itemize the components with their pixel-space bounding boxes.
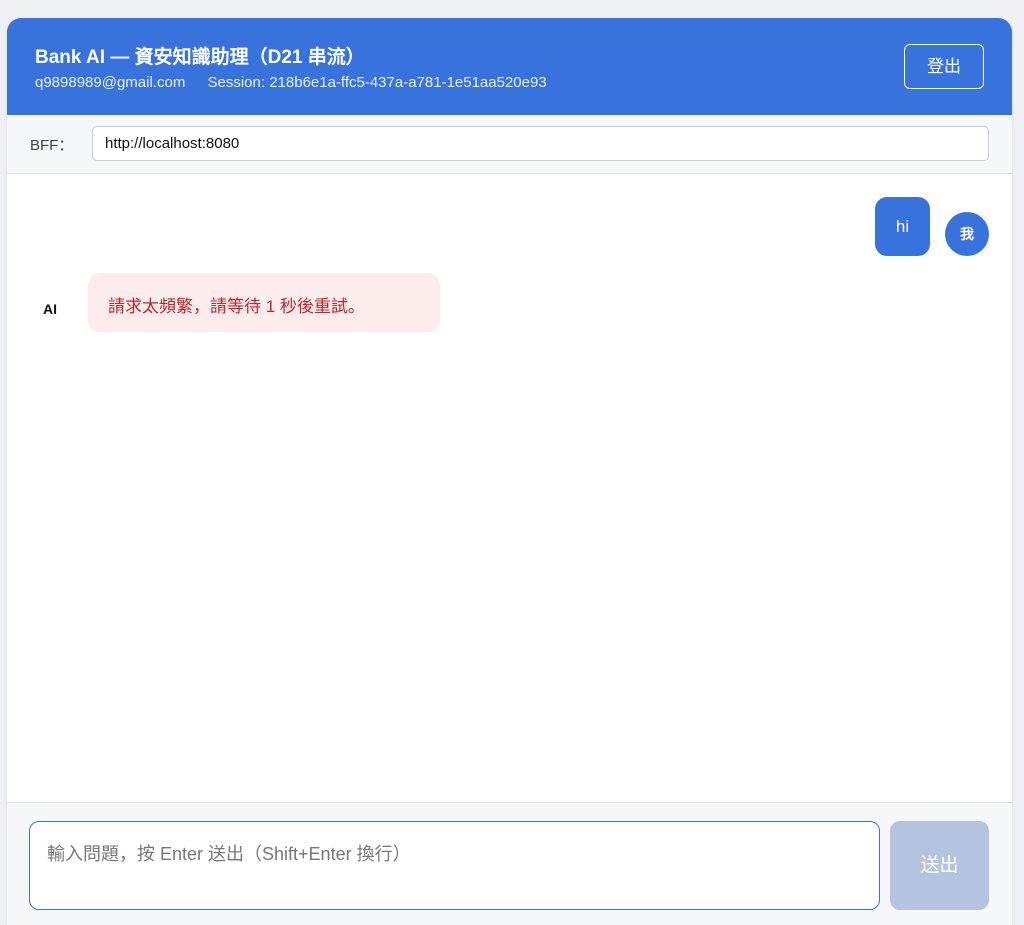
chat-app: Bank AI — 資安知識助理（D21 串流） q9898989@gmail.…	[7, 18, 1012, 925]
message-list: hi 我 AI 請求太頻繁，請等待 1 秒後重試。	[7, 174, 1012, 802]
logout-button[interactable]: 登出	[904, 44, 984, 89]
ai-avatar: AI	[43, 301, 57, 317]
page-title: Bank AI — 資安知識助理（D21 串流）	[35, 47, 365, 68]
user-message-bubble: hi	[875, 197, 930, 256]
app-header: Bank AI — 資安知識助理（D21 串流） q9898989@gmail.…	[7, 18, 1012, 115]
user-email: q9898989@gmail.com	[35, 74, 186, 91]
bff-label: BFF：	[30, 137, 74, 154]
bff-bar: BFF：	[7, 115, 1012, 174]
send-button[interactable]: 送出	[890, 821, 989, 910]
session-id: Session: 218b6e1a-ffc5-437a-a781-1e51aa5…	[207, 74, 547, 91]
bff-url-input[interactable]	[92, 126, 989, 161]
message-input[interactable]	[29, 821, 880, 910]
user-info: q9898989@gmail.com Session: 218b6e1a-ffc…	[35, 74, 547, 91]
user-avatar: 我	[945, 212, 989, 256]
ai-error-message-bubble: 請求太頻繁，請等待 1 秒後重試。	[88, 273, 440, 332]
composer: 送出	[7, 802, 1012, 925]
